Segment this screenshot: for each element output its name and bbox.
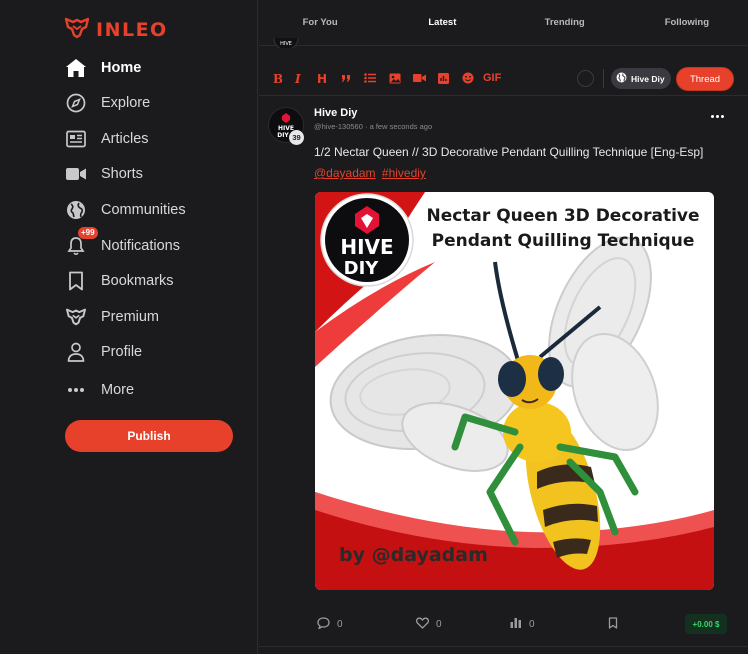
post-meta: @hive-130560 · a few seconds ago: [314, 122, 433, 131]
notification-count-badge: +99: [78, 227, 98, 239]
globe-icon: [616, 72, 627, 85]
sidebar-item-explore[interactable]: Explore: [64, 88, 150, 118]
sidebar-item-home[interactable]: Home: [64, 53, 141, 83]
sidebar-item-label: Home: [101, 60, 142, 76]
sidebar-item-label: Communities: [101, 202, 186, 218]
sidebar-item-articles[interactable]: Articles: [64, 124, 149, 154]
image-title: Nectar Queen 3D Decorative Pendant Quill…: [426, 206, 700, 251]
home-icon: [64, 56, 88, 80]
post-tags: @dayadam #hivediy: [314, 166, 426, 180]
svg-text:I: I: [294, 72, 301, 84]
account-selector[interactable]: Hive Diy: [611, 68, 671, 89]
bookmark-icon: [64, 269, 88, 293]
sidebar-item-label: Bookmarks: [101, 273, 174, 289]
sidebar-item-label: Notifications: [101, 238, 180, 254]
more-dots-icon: [64, 378, 88, 402]
heading-icon[interactable]: H: [317, 71, 328, 85]
bookmark-button[interactable]: [608, 617, 618, 632]
svg-text:DIY: DIY: [277, 132, 289, 139]
tab-latest[interactable]: Latest: [381, 0, 503, 45]
bold-icon[interactable]: B: [272, 71, 282, 85]
inleo-logo[interactable]: INLEO: [64, 17, 168, 44]
italic-icon[interactable]: I: [294, 71, 304, 85]
svg-text:H: H: [317, 72, 327, 84]
post-image[interactable]: HIVE DIY Nectar Queen 3D Decorative Pend…: [315, 192, 714, 590]
post-options-icon[interactable]: [711, 111, 727, 121]
heart-icon: [416, 617, 429, 632]
video-camera-icon: [64, 162, 88, 186]
like-count: 0: [436, 619, 442, 630]
char-count-ring: [577, 70, 594, 87]
bookmark-icon: [608, 617, 618, 632]
account-label: Hive Diy: [631, 73, 665, 84]
thread-post[interactable]: HIVE DIY 39 Hive Diy @hive-130560 · a fe…: [259, 97, 748, 647]
gif-icon[interactable]: GIF: [483, 71, 501, 85]
logo-text: INLEO: [96, 19, 168, 41]
sidebar-item-profile[interactable]: Profile: [64, 337, 142, 367]
composer-avatar: HIVE: [273, 38, 299, 48]
svg-text:B: B: [273, 72, 282, 84]
like-button[interactable]: 0: [416, 617, 442, 632]
sidebar-item-label: More: [101, 382, 135, 398]
view-count: 0: [529, 618, 535, 630]
author-handle[interactable]: @hive-130560: [314, 122, 363, 131]
newspaper-icon: [64, 127, 88, 151]
comment-icon: [317, 617, 330, 632]
payout-badge[interactable]: +0.00 $: [685, 614, 727, 634]
quote-icon[interactable]: [341, 71, 352, 85]
svg-text:DIY: DIY: [344, 258, 380, 279]
image-byline: by @dayadam: [339, 544, 488, 566]
views-button[interactable]: 0: [510, 617, 535, 631]
svg-text:HIVE: HIVE: [280, 41, 292, 47]
main-feed: For You Latest Trending Following HIVE B…: [259, 0, 748, 654]
comment-button[interactable]: 0: [317, 617, 343, 632]
list-icon[interactable]: [364, 71, 376, 85]
globe-icon: [64, 198, 88, 222]
sidebar-item-more[interactable]: More: [64, 375, 134, 405]
comment-count: 0: [337, 619, 343, 630]
user-icon: [64, 340, 88, 364]
bell-icon: +99: [64, 227, 98, 258]
sidebar-item-premium[interactable]: Premium: [64, 302, 159, 332]
feed-tabs: For You Latest Trending Following: [259, 0, 748, 46]
thread-button[interactable]: Thread: [676, 67, 734, 91]
emoji-icon[interactable]: [462, 71, 474, 85]
sidebar-item-label: Profile: [101, 344, 143, 360]
sidebar-item-notifications[interactable]: +99 Notifications: [64, 227, 180, 261]
premium-logo-icon: [64, 305, 88, 329]
post-timestamp: a few seconds ago: [369, 122, 433, 131]
sidebar-item-label: Explore: [101, 95, 151, 111]
sidebar: INLEO Home Explore Articles Shorts Commu…: [0, 0, 258, 654]
sidebar-item-label: Articles: [101, 131, 149, 147]
reputation-badge: 39: [289, 130, 304, 145]
video-icon[interactable]: [413, 71, 426, 85]
toolbar-divider: [603, 69, 604, 88]
publish-button[interactable]: Publish: [65, 420, 233, 452]
hashtag-link[interactable]: #hivediy: [382, 166, 426, 180]
image-icon[interactable]: [389, 71, 401, 85]
sidebar-item-bookmarks[interactable]: Bookmarks: [64, 266, 174, 296]
post-actions: 0 0 0: [259, 612, 748, 636]
sidebar-item-shorts[interactable]: Shorts: [64, 159, 143, 189]
composer-toolbar: B I H GIF Hive Diy Thread: [259, 60, 748, 96]
tab-following[interactable]: Following: [626, 0, 748, 45]
compass-icon: [64, 91, 88, 115]
sidebar-item-label: Shorts: [101, 166, 143, 182]
lion-logo-icon: [64, 17, 90, 44]
sidebar-item-label: Premium: [101, 309, 160, 325]
tab-trending[interactable]: Trending: [504, 0, 626, 45]
author-name[interactable]: Hive Diy: [314, 107, 357, 119]
sidebar-item-communities[interactable]: Communities: [64, 195, 186, 225]
post-text: 1/2 Nectar Queen // 3D Decorative Pendan…: [314, 145, 704, 159]
svg-text:HIVE: HIVE: [340, 235, 393, 259]
mention-link[interactable]: @dayadam: [314, 166, 376, 180]
bar-chart-icon: [510, 617, 522, 631]
poll-icon[interactable]: [438, 71, 449, 85]
